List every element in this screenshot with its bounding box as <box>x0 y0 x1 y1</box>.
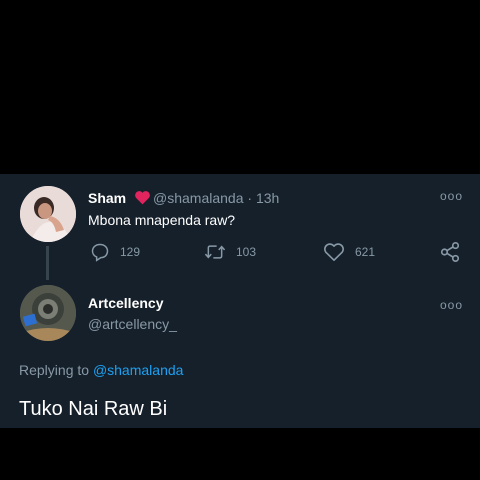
red-heart-icon <box>135 191 150 205</box>
heart-outline-icon <box>324 243 344 261</box>
avatar-sham[interactable] <box>20 186 76 242</box>
retweet-icon <box>204 245 226 259</box>
author-handle[interactable]: @shamalanda · 13h <box>153 190 279 206</box>
replying-to-line: Replying to @shamalanda <box>19 362 183 378</box>
more-options-icon[interactable]: ooo <box>440 189 463 203</box>
thread-connector-line <box>46 246 49 280</box>
tweet-text: Mbona mnapenda raw? <box>88 212 236 228</box>
reply-count: 129 <box>120 245 141 259</box>
retweet-count: 103 <box>236 245 257 259</box>
more-options-icon[interactable]: ooo <box>440 298 463 312</box>
reply-author-name[interactable]: Artcellency <box>88 295 163 311</box>
tweet-time: · 13h <box>247 190 280 206</box>
share-button[interactable] <box>439 241 471 263</box>
share-icon <box>440 242 460 262</box>
like-button[interactable]: 621 <box>323 242 375 262</box>
avatar-photo-icon <box>20 285 76 341</box>
reply-author-handle[interactable]: @artcellency_ <box>88 316 177 332</box>
tweet-thread-card: Sham @shamalanda · 13h ooo Mbona mnapend… <box>0 174 480 428</box>
reply-button[interactable]: 129 <box>90 242 140 262</box>
avatar-artcellency[interactable] <box>20 285 76 341</box>
retweet-button[interactable]: 103 <box>204 242 256 262</box>
mention-link[interactable]: @shamalanda <box>93 362 184 378</box>
like-count: 621 <box>355 245 376 259</box>
reply-icon <box>91 243 109 262</box>
avatar-photo-icon <box>20 186 76 242</box>
author-name[interactable]: Sham <box>88 190 155 206</box>
reply-tweet-text: Tuko Nai Raw Bi <box>19 398 168 420</box>
replying-prefix: Replying to <box>19 362 90 378</box>
